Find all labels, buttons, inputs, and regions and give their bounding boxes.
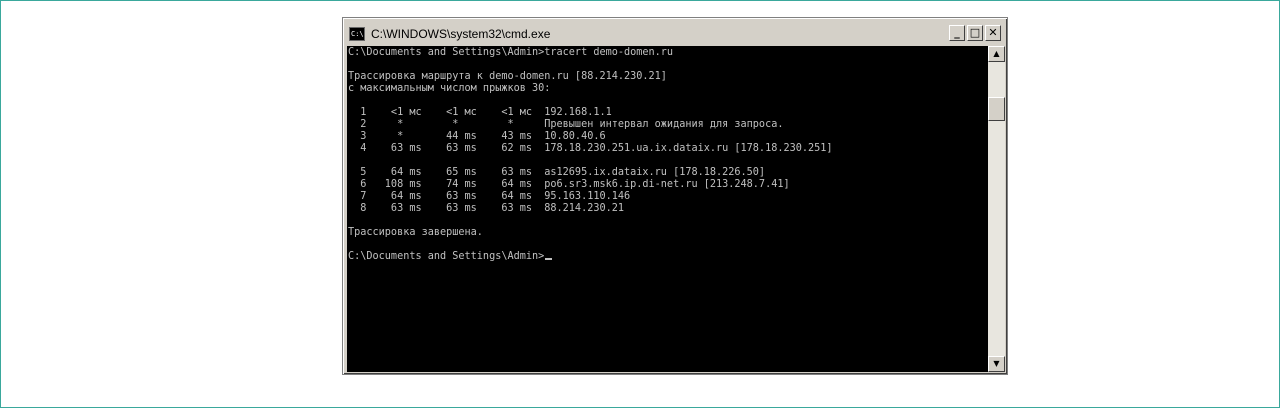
console-output[interactable]: C:\Documents and Settings\Admin>tracert … — [347, 46, 988, 372]
console-line: 2 * * * Превышен интервал ожидания для з… — [348, 119, 784, 130]
maximize-button[interactable]: □ — [967, 25, 983, 41]
window-title: C:\WINDOWS\system32\cmd.exe — [371, 27, 551, 41]
console-line: с максимальным числом прыжков 30: — [348, 83, 551, 94]
scroll-thumb[interactable] — [988, 97, 1005, 121]
cmd-window: C:\ C:\WINDOWS\system32\cmd.exe _ □ ✕ C:… — [342, 17, 1008, 375]
title-bar[interactable]: C:\ C:\WINDOWS\system32\cmd.exe _ □ ✕ — [346, 21, 1004, 47]
console-line: Трассировка маршрута к demo-domen.ru [88… — [348, 71, 667, 82]
console-line: 1 <1 мс <1 мс <1 мс 192.168.1.1 — [348, 107, 612, 118]
console-lines: C:\Documents and Settings\Admin>tracert … — [348, 47, 833, 263]
console-line: 8 63 ms 63 ms 63 ms 88.214.230.21 — [348, 203, 625, 214]
console-line: 3 * 44 ms 43 ms 10.80.40.6 — [348, 131, 606, 142]
close-button[interactable]: ✕ — [985, 25, 1001, 41]
text-cursor — [545, 258, 553, 260]
console-line: 5 64 ms 65 ms 63 ms as12695.ix.dataix.ru… — [348, 167, 766, 178]
console-line: 6 108 ms 74 ms 64 ms po6.sr3.msk6.ip.di-… — [348, 179, 790, 190]
scroll-down-button[interactable]: ▼ — [988, 356, 1005, 372]
vertical-scrollbar[interactable]: ▲ ▼ — [988, 46, 1005, 372]
console-line: C:\Documents and Settings\Admin>tracert … — [348, 47, 674, 58]
console-line: Трассировка завершена. — [348, 227, 483, 238]
console-line: 7 64 ms 63 ms 64 ms 95.163.110.146 — [348, 191, 631, 202]
console-line: C:\Documents and Settings\Admin> — [348, 251, 833, 263]
cmd-console-icon[interactable]: C:\ — [349, 27, 365, 41]
minimize-button[interactable]: _ — [949, 25, 965, 41]
console-line: 4 63 ms 63 ms 62 ms 178.18.230.251.ua.ix… — [348, 143, 833, 154]
scroll-up-button[interactable]: ▲ — [988, 46, 1005, 62]
